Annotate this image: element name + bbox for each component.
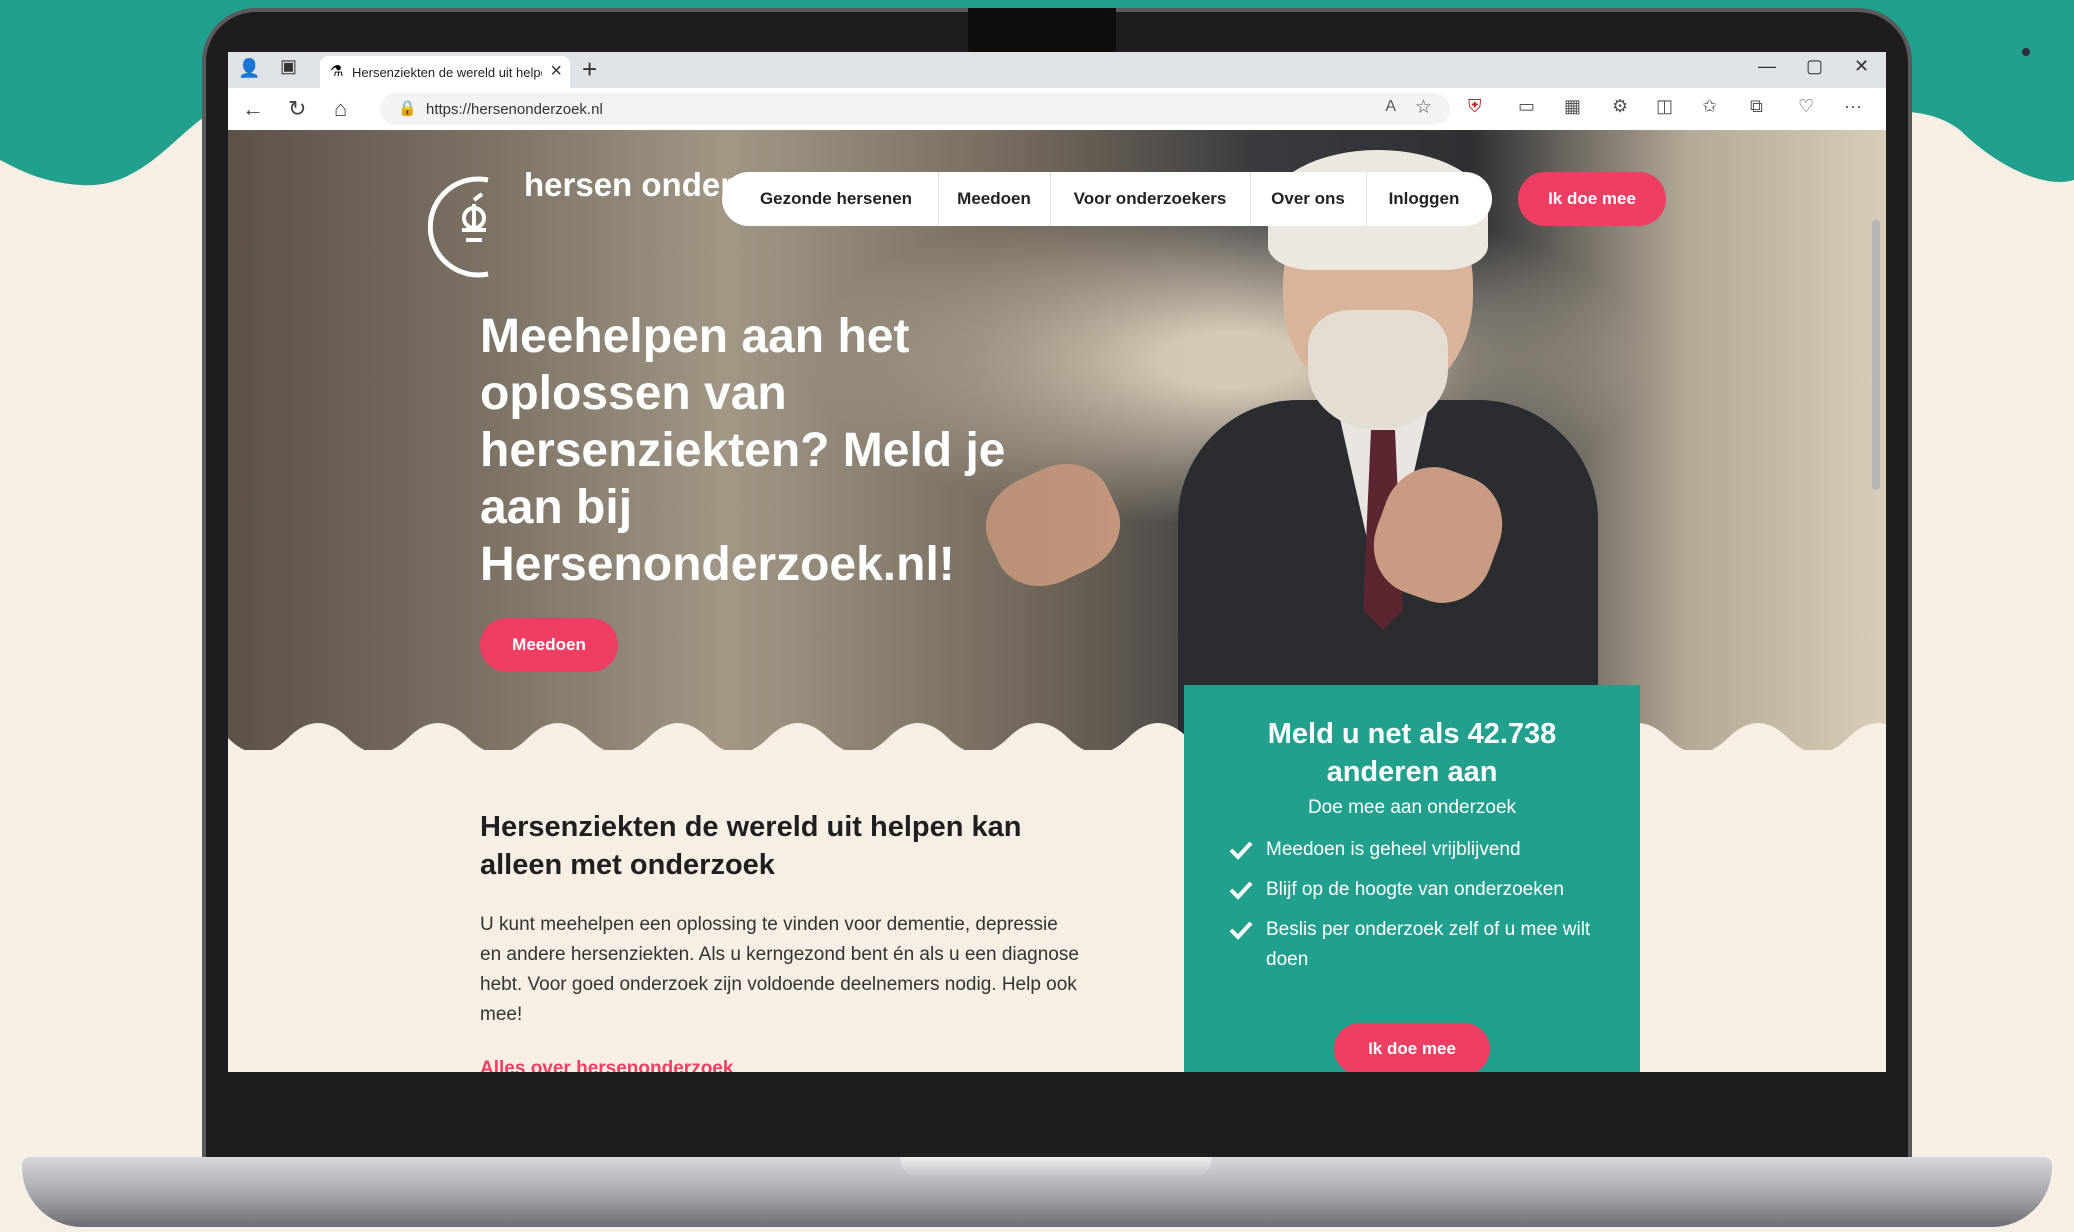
split-screen-icon[interactable]: ◫ (1656, 96, 1673, 117)
tab-bar: 👤 ▣ ⚗ Hersenziekten de wereld uit helpen… (228, 52, 1886, 88)
card-title-suffix: anderen aan (1326, 756, 1498, 788)
signup-card: Meld u net als 42.738 anderen aan Doe me… (1184, 685, 1640, 1072)
card-bullet-text: Blijf op de hoogte van onderzoeken (1266, 879, 1564, 900)
card-cta-button[interactable]: Ik doe mee (1334, 1023, 1490, 1072)
hero-meedoen-button[interactable]: Meedoen (480, 618, 618, 672)
card-bullet-text: Meedoen is geheel vrijblijvend (1266, 839, 1521, 860)
tab-close-icon[interactable]: × (550, 60, 562, 83)
section-text: U kunt meehelpen een oplossing te vinden… (480, 914, 1079, 1025)
card-subtitle: Doe mee aan onderzoek (1307, 797, 1517, 818)
scrollbar[interactable] (1872, 220, 1880, 490)
favorite-star-icon[interactable]: ☆ (1415, 96, 1432, 119)
webpage: hersen onderzoek nl Gezonde hersenen Mee… (228, 130, 1886, 1072)
extension-shield-icon[interactable]: ⛨ (1468, 96, 1482, 117)
card-bullet-text: Beslis per onderzoek zelf of u mee wilt … (1266, 919, 1591, 970)
minimize-icon[interactable]: — (1758, 56, 1776, 77)
new-tab-button[interactable]: + (582, 54, 597, 85)
extension-icon[interactable]: ▦ (1564, 96, 1581, 117)
lock-icon: 🔒 (398, 100, 417, 117)
laptop-bezel (206, 1072, 1906, 1162)
url-input[interactable]: 🔒 https://hersenonderzoek.nl A ☆ (380, 93, 1450, 125)
nav-item[interactable]: Over ons (1250, 172, 1366, 226)
maximize-icon[interactable]: ▢ (1806, 56, 1823, 77)
checkmark-icon (1229, 841, 1253, 860)
browser-tab[interactable]: ⚗ Hersenziekten de wereld uit helpen × (320, 56, 570, 88)
section-link[interactable]: Alles over hersenonderzoek (480, 1058, 733, 1072)
favorites-icon[interactable]: ✩ (1702, 96, 1717, 117)
tab-actions-icon[interactable]: ▣ (280, 56, 297, 77)
header-cta-button[interactable]: Ik doe mee (1518, 172, 1666, 226)
profile-icon[interactable]: 👤 (238, 58, 260, 79)
nav-item[interactable]: Inloggen (1366, 172, 1482, 226)
browser-window: 👤 ▣ ⚗ Hersenziekten de wereld uit helpen… (228, 52, 1886, 1072)
card-title: Meld u net als 42.738 anderen aan (1184, 715, 1640, 791)
nav-item[interactable]: Voor onderzoekers (1050, 172, 1250, 226)
extensions-puzzle-icon[interactable]: ⚙ (1612, 96, 1628, 117)
site-favicon-icon: ⚗ (330, 63, 344, 80)
hero-headline: Meehelpen aan het oplossen van hersenzie… (480, 310, 1006, 591)
address-bar: ← ↻ ⌂ 🔒 https://hersenonderzoek.nl A ☆ ⛨… (228, 88, 1886, 131)
laptop-base-notch (900, 1157, 1212, 1179)
nav-item[interactable]: Gezonde hersenen (736, 172, 936, 226)
collections-icon[interactable]: ⧉ (1750, 96, 1763, 117)
tab-title: Hersenziekten de wereld uit helpen (352, 65, 542, 80)
extension-icon[interactable]: ▭ (1518, 96, 1535, 117)
camera-icon (2022, 48, 2030, 56)
section-title: Hersenziekten de wereld uit helpen kan a… (480, 811, 1022, 881)
nav-item[interactable]: Meedoen (938, 172, 1050, 226)
home-icon[interactable]: ⌂ (334, 96, 347, 122)
more-menu-icon[interactable]: ··· (1844, 96, 1862, 117)
checkmark-icon (1229, 921, 1253, 940)
url-text: https://hersenonderzoek.nl (426, 101, 603, 118)
back-icon[interactable]: ← (242, 96, 264, 122)
browser-essentials-icon[interactable]: ♡ (1798, 96, 1814, 117)
close-window-icon[interactable]: ✕ (1854, 56, 1869, 77)
logo-icon (428, 176, 489, 278)
checkmark-icon (1229, 881, 1253, 900)
read-aloud-icon[interactable]: A (1385, 98, 1396, 116)
card-title-prefix: Meld u net als (1267, 718, 1460, 750)
participant-count: 42.738 (1467, 718, 1557, 750)
refresh-icon[interactable]: ↻ (288, 96, 306, 122)
main-nav: Gezonde hersenen Meedoen Voor onderzoeke… (722, 172, 1492, 226)
